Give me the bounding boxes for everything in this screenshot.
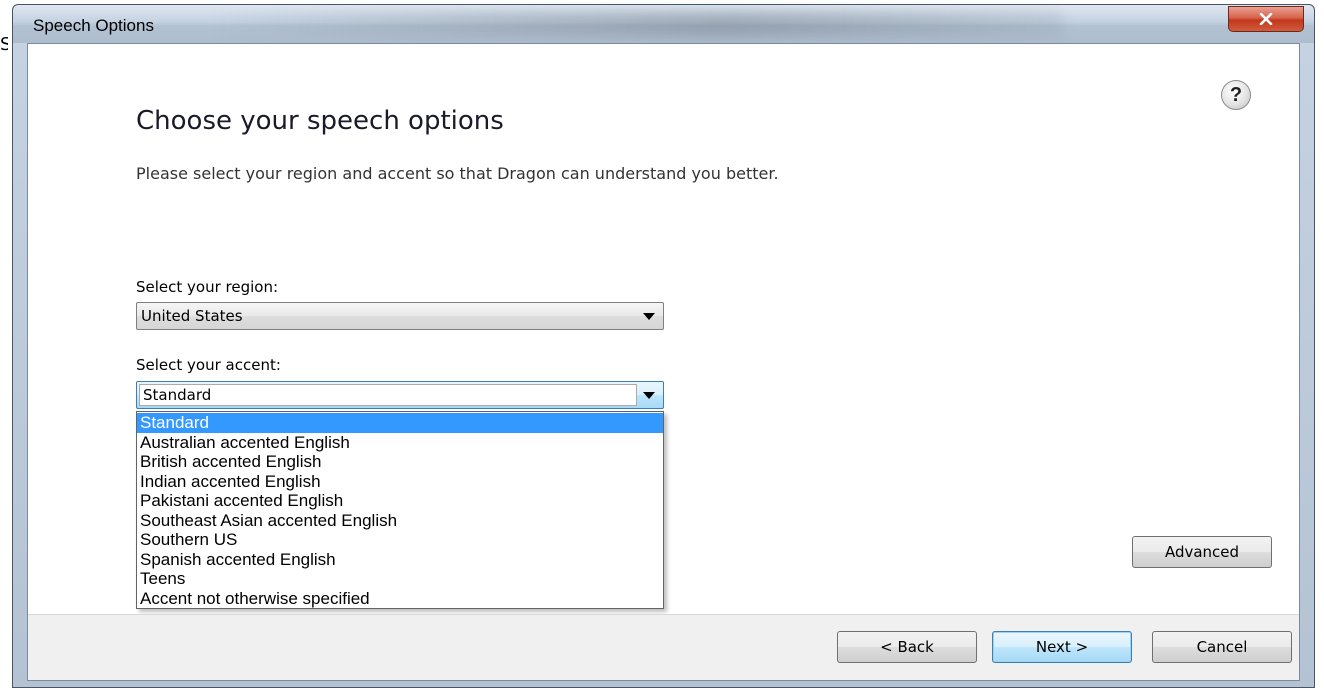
dialog-footer: < Back Next > Cancel [28,614,1299,680]
back-button[interactable]: < Back [837,631,977,663]
region-select-value: United States [141,307,243,325]
page-heading: Choose your speech options [136,106,504,136]
cancel-button[interactable]: Cancel [1152,631,1292,663]
accent-select-value: Standard [139,384,637,406]
dialog-body: ? Choose your speech options Please sele… [27,43,1300,681]
title-bar-blur [213,11,1063,37]
accent-option-southern-us[interactable]: Southern US [137,530,663,550]
title-bar[interactable]: Speech Options [13,5,1314,43]
accent-option-indian[interactable]: Indian accented English [137,472,663,492]
accent-option-spanish[interactable]: Spanish accented English [137,550,663,570]
chevron-down-icon [643,392,655,399]
speech-options-window: Speech Options ? Choose your speech opti… [12,4,1315,688]
accent-option-standard[interactable]: Standard [137,413,663,433]
accent-dropdown-list: Standard Australian accented English Bri… [136,411,664,609]
page-subtitle: Please select your region and accent so … [136,164,779,183]
accent-option-british[interactable]: British accented English [137,452,663,472]
chevron-down-icon [643,313,655,320]
advanced-button[interactable]: Advanced [1132,536,1272,568]
accent-option-australian[interactable]: Australian accented English [137,433,663,453]
next-button[interactable]: Next > [992,631,1132,663]
region-select[interactable]: United States [136,302,664,330]
accent-option-not-specified[interactable]: Accent not otherwise specified [137,589,663,609]
region-label: Select your region: [136,278,279,296]
close-button[interactable] [1228,6,1304,32]
stray-character: S [0,36,8,54]
accent-option-southeast-asian[interactable]: Southeast Asian accented English [137,511,663,531]
window-title: Speech Options [33,16,154,35]
help-icon[interactable]: ? [1221,80,1251,110]
accent-label: Select your accent: [136,356,281,374]
accent-select[interactable]: Standard [136,381,664,409]
close-icon [1259,13,1273,25]
accent-option-teens[interactable]: Teens [137,569,663,589]
accent-option-pakistani[interactable]: Pakistani accented English [137,491,663,511]
